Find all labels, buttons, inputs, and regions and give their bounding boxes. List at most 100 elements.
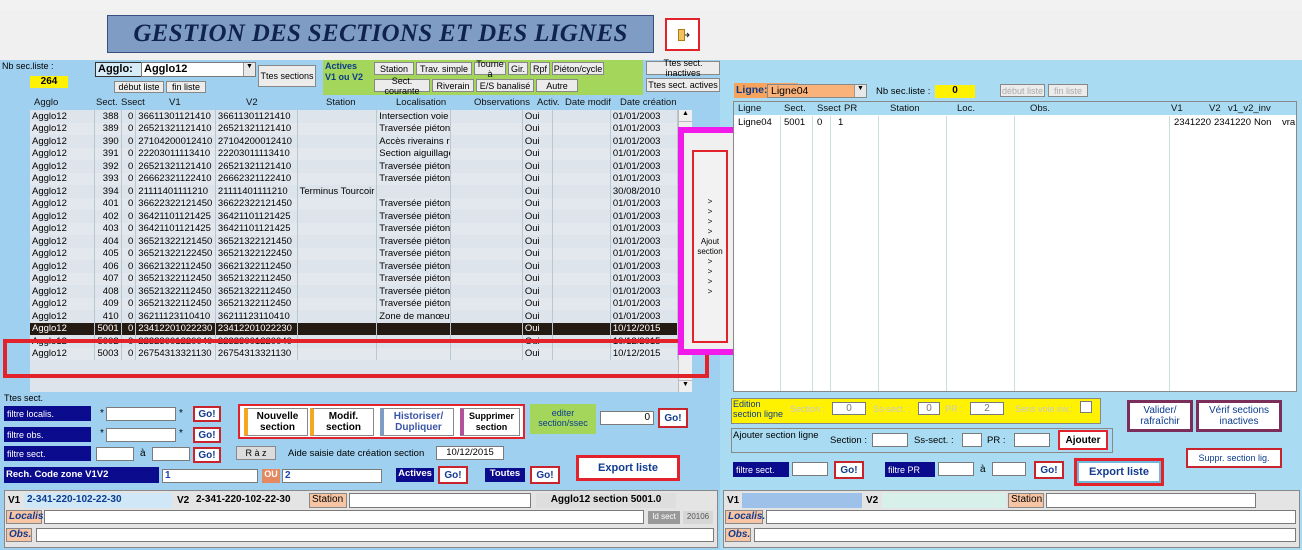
right-filtre-pr-from[interactable] <box>938 462 974 476</box>
toutes-go[interactable]: Go! <box>530 466 560 484</box>
filtre-sect-from[interactable] <box>96 447 134 461</box>
table-row[interactable]: Agglo12 402 0 36421101121425 36421101121425 T… <box>30 210 678 223</box>
right-station-input[interactable] <box>1046 493 1256 508</box>
ttes-sect-actives-button[interactable]: Ttes sect. actives <box>646 78 720 92</box>
table-cell <box>552 197 611 210</box>
rech-v2-input[interactable]: 2 <box>282 469 382 483</box>
raz-button[interactable]: R à z <box>236 446 276 460</box>
right-table-row[interactable]: Ligne04 5001 0 1 2341220 2341220 Non vra <box>734 116 1296 128</box>
localis-input[interactable] <box>44 510 644 524</box>
aide-date-input[interactable]: 10/12/2015 <box>436 446 504 460</box>
table-row[interactable]: Agglo12 391 0 22203011113410 22203011113410 S… <box>30 147 678 160</box>
table-row[interactable]: Agglo12 5003 0 26754313321130 26754313321130… <box>30 347 678 360</box>
table-cell: 01/01/2003 <box>610 222 678 235</box>
rech-v1-input[interactable]: 1 <box>162 469 258 483</box>
actives-go[interactable]: Go! <box>438 466 468 484</box>
table-row[interactable]: Agglo12 390 0 27104200012410 27104200012410 A… <box>30 135 678 148</box>
agglo-select[interactable]: Agglo12 ▼ <box>141 62 256 77</box>
suppr-section-lig-button[interactable]: Suppr. section lig. <box>1186 448 1282 468</box>
scroll-down-icon[interactable]: ▼ <box>679 380 692 392</box>
edition-pr-input[interactable]: 2 <box>970 402 1004 415</box>
table-row[interactable]: Agglo12 405 0 36521322122450 36521322122450 T… <box>30 247 678 260</box>
right-export-liste-button[interactable]: Export liste <box>1074 458 1164 486</box>
ajout-section-button[interactable]: > > > > Ajout section > > > > <box>692 150 728 343</box>
edition-ssect-input[interactable]: 0 <box>918 402 940 415</box>
table-row[interactable]: Agglo12 389 0 26521321121410 26521321121410 T… <box>30 122 678 135</box>
table-row[interactable]: Agglo12 403 0 36421101121425 36421101121425 T… <box>30 222 678 235</box>
table-row[interactable]: Agglo12 407 0 36521322112450 36521322112450 T… <box>30 272 678 285</box>
star-obs-1: * <box>100 428 104 439</box>
table-cell: Oui <box>522 185 554 198</box>
chevron-down-icon[interactable]: ▼ <box>854 85 866 97</box>
filtre-sect-to[interactable] <box>152 447 190 461</box>
table-row[interactable]: Agglo12 401 0 36622322121450 36622322121450 T… <box>30 197 678 210</box>
supprimer-section-button[interactable]: Supprimer section <box>460 408 520 436</box>
ajout-pr-input[interactable] <box>1014 433 1050 447</box>
right-fin-button[interactable]: fin liste <box>1048 84 1088 97</box>
table-row[interactable]: Agglo12 392 0 26521321121410 26521321121410 T… <box>30 160 678 173</box>
filter-tourne[interactable]: Tourne à <box>474 59 506 79</box>
filter-rpf[interactable]: Rpf <box>530 62 550 75</box>
filtre-localis-input[interactable] <box>106 407 176 421</box>
right-filtre-sect-go[interactable]: Go! <box>834 461 864 479</box>
filter-trav-simple[interactable]: Trav. simple <box>416 62 472 75</box>
editer-go[interactable]: Go! <box>658 408 688 428</box>
export-liste-button[interactable]: Export liste <box>576 455 680 481</box>
chevron-down-icon[interactable]: ▼ <box>243 63 255 76</box>
scroll-up-icon[interactable]: ▲ <box>679 110 692 122</box>
edition-section-input[interactable]: 0 <box>832 402 866 415</box>
filter-autre[interactable]: Autre <box>536 79 578 92</box>
table-cell: 0 <box>121 210 137 223</box>
exit-button[interactable] <box>665 18 700 51</box>
table-cell: 0 <box>121 197 137 210</box>
table-cell: Agglo12 <box>30 235 96 248</box>
right-obs-input[interactable] <box>754 528 1296 542</box>
obs-input[interactable] <box>36 528 714 542</box>
fin-liste-button[interactable]: fin liste <box>166 81 206 93</box>
table-row[interactable]: Agglo12 408 0 36521322112450 36521322112450 T… <box>30 285 678 298</box>
debut-liste-button[interactable]: début liste <box>114 81 164 93</box>
modif-section-button[interactable]: Modif. section <box>310 408 374 436</box>
right-filtre-pr-go[interactable]: Go! <box>1034 461 1064 479</box>
filter-es-banalise[interactable]: E/S banalisé <box>476 79 534 92</box>
ajout-section-input[interactable] <box>872 433 908 447</box>
ttes-sect-inactives-button[interactable]: Ttes sect. inactives <box>646 58 720 78</box>
valider-button[interactable]: Valider/ rafraîchir <box>1127 400 1193 432</box>
table-cell: 01/01/2003 <box>610 285 678 298</box>
table-row[interactable]: Agglo12 393 0 26662321122410 26662321122410 T… <box>30 172 678 185</box>
sens-voie-checkbox[interactable] <box>1080 401 1092 413</box>
right-localis-input[interactable] <box>766 510 1296 524</box>
filter-pieton[interactable]: Piéton/cycle <box>552 62 604 75</box>
table-row[interactable]: Agglo12 406 0 36621322112450 36621322112450 T… <box>30 260 678 273</box>
ajout-ssect-input[interactable] <box>962 433 982 447</box>
filtre-obs-go[interactable]: Go! <box>193 427 221 443</box>
ttes-sections-button[interactable]: Ttes sections <box>258 65 316 87</box>
ajouter-button[interactable]: Ajouter <box>1058 430 1108 450</box>
filtre-localis-go[interactable]: Go! <box>193 406 221 422</box>
table-row[interactable]: Agglo12 394 0 21111401111210 21111401111210 T… <box>30 185 678 198</box>
station-input[interactable] <box>349 493 531 508</box>
table-cell: 36521322121450 <box>135 235 216 248</box>
filter-gir[interactable]: Gir. <box>508 62 528 75</box>
filter-sect-courante[interactable]: Sect. courante <box>374 76 430 96</box>
table-row[interactable]: Agglo12 388 0 36611301121410 36611301121410 I… <box>30 110 678 123</box>
ligne-select[interactable]: Ligne04 ▼ <box>767 84 867 98</box>
historiser-button[interactable]: Historiser/ Dupliquer <box>380 408 454 436</box>
table-row[interactable]: Agglo12 5001 0 23412201022230 23412201022230… <box>30 322 678 335</box>
table-row[interactable]: Agglo12 409 0 36521322112450 36521322112450 T… <box>30 297 678 310</box>
table-row[interactable]: Agglo12 404 0 36521322121450 36521322121450 T… <box>30 235 678 248</box>
filtre-sect-go[interactable]: Go! <box>193 447 221 463</box>
ligne-label: Ligne: <box>736 84 768 96</box>
right-filtre-sect-input[interactable] <box>792 462 828 476</box>
filter-riverain[interactable]: Riverain <box>432 79 474 92</box>
editer-input[interactable]: 0 <box>600 411 654 425</box>
nouvelle-section-button[interactable]: Nouvelle section <box>244 408 308 436</box>
right-filtre-pr-to[interactable] <box>992 462 1026 476</box>
verif-sections-button[interactable]: Vérif sections inactives <box>1196 400 1282 432</box>
table-row[interactable]: Agglo12 410 0 36211123110410 36211123110410 Z… <box>30 310 678 323</box>
right-debut-button[interactable]: début liste <box>1000 84 1045 97</box>
filtre-obs-input[interactable] <box>106 428 176 442</box>
filter-station[interactable]: Station <box>374 62 414 75</box>
table-cell: 0 <box>121 122 137 135</box>
table-row[interactable]: Agglo12 5002 0 22323001220040 22323001220040… <box>30 335 678 348</box>
